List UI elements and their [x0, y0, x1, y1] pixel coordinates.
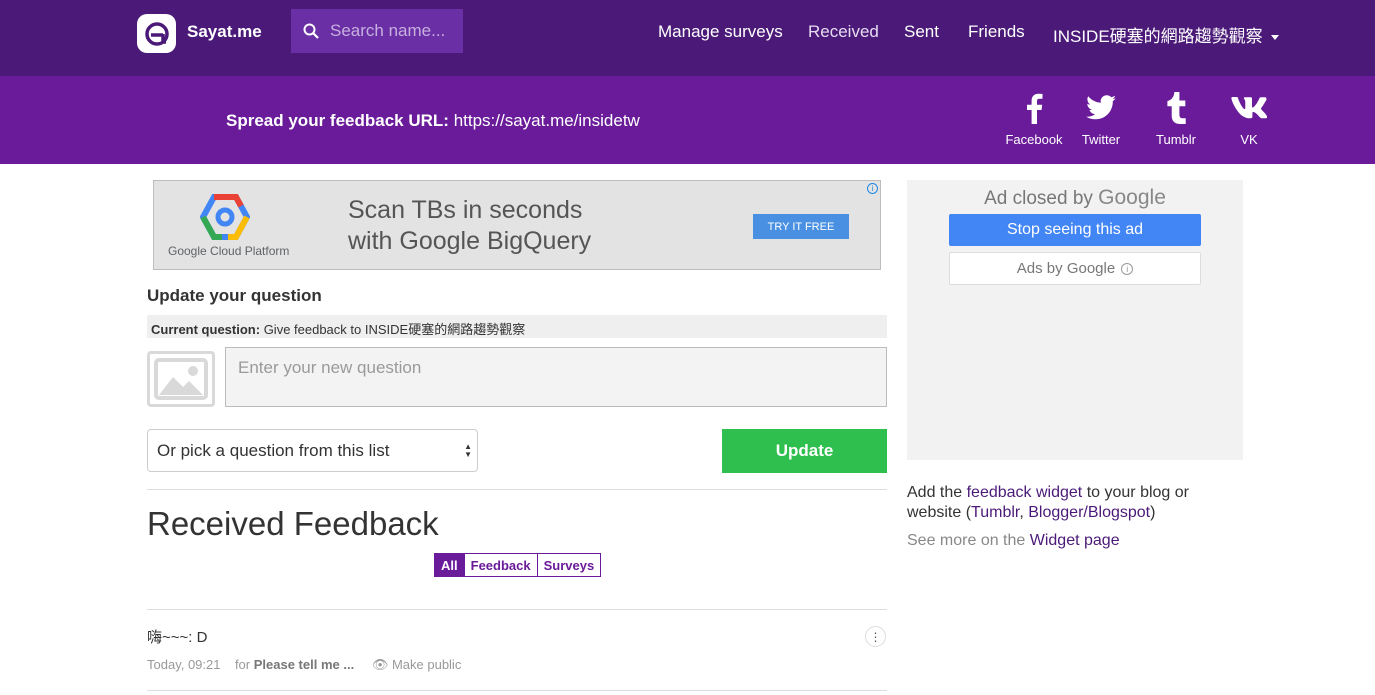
- question-list-select-label: Or pick a question from this list: [157, 441, 390, 460]
- google-wordmark: Google: [1098, 186, 1166, 209]
- ad-brand-text: Google Cloud Platform: [168, 244, 290, 258]
- make-public-label: Make public: [391, 657, 462, 672]
- make-public-link[interactable]: 👁 Make public: [372, 657, 462, 672]
- twitter-label: Twitter: [1081, 132, 1121, 147]
- spread-url-value[interactable]: https://sayat.me/insidetw: [454, 111, 640, 130]
- update-question-heading: Update your question: [147, 286, 322, 305]
- current-question-label: Current question:: [151, 322, 261, 337]
- widget-sep: ,: [1019, 503, 1024, 521]
- ad-info-icon[interactable]: i: [867, 183, 878, 194]
- ad-headline-line2: with Google BigQuery: [348, 227, 592, 255]
- vk-icon: [1214, 90, 1284, 126]
- ad-cta-button[interactable]: TRY IT FREE: [753, 214, 849, 239]
- feedback-filter-group: All Feedback Surveys: [434, 553, 602, 577]
- widget-page-link[interactable]: Widget page: [1030, 532, 1120, 549]
- feedback-item-for-label: for: [234, 657, 251, 672]
- brand-name[interactable]: Sayat.me: [187, 22, 262, 42]
- top-navbar: Sayat.me Manage surveys Received Sent Fr…: [0, 0, 1375, 76]
- eye-icon: 👁: [371, 657, 389, 672]
- blogger-link[interactable]: Blogger/Blogspot: [1028, 504, 1150, 521]
- question-list-select[interactable]: Or pick a question from this list ▲ ▼: [147, 429, 478, 472]
- search-icon: [303, 23, 319, 39]
- tumblr-label: Tumblr: [1156, 132, 1196, 147]
- nav-friends[interactable]: Friends: [968, 22, 1025, 42]
- divider: [147, 489, 887, 490]
- nav-received[interactable]: Received: [808, 22, 879, 42]
- feedback-item-for-value[interactable]: Please tell me ...: [254, 657, 354, 672]
- update-button[interactable]: Update: [722, 429, 887, 473]
- twitter-icon: [1066, 90, 1136, 126]
- tumblr-link[interactable]: Tumblr: [971, 504, 1019, 521]
- feedback-item-meta: Today, 09:21 for Please tell me ... 👁 Ma…: [147, 657, 461, 673]
- stop-seeing-ad-button[interactable]: Stop seeing this ad: [949, 214, 1201, 246]
- image-placeholder-icon[interactable]: [147, 351, 215, 407]
- filter-all[interactable]: All: [435, 554, 465, 576]
- share-facebook-button[interactable]: Facebook: [999, 90, 1069, 147]
- spread-url-text: Spread your feedback URL: https://sayat.…: [226, 111, 640, 131]
- filter-surveys[interactable]: Surveys: [538, 554, 601, 576]
- ad-closed-prefix: Ad closed by: [984, 188, 1093, 209]
- share-tumblr-button[interactable]: Tumblr: [1141, 90, 1211, 147]
- widget-prefix: Add the: [907, 484, 963, 501]
- caret-down-icon: [1270, 35, 1279, 41]
- sayat-logo-icon[interactable]: [137, 14, 176, 53]
- current-question: Current question: Give feedback to INSID…: [147, 315, 887, 338]
- widget-suffix: ): [1150, 503, 1156, 521]
- feedback-item-time: Today, 09:21: [147, 657, 221, 672]
- nav-manage-surveys[interactable]: Manage surveys: [658, 22, 783, 42]
- divider: [147, 609, 887, 610]
- ad-headline-line1: Scan TBs in seconds: [348, 196, 583, 224]
- ad-banner[interactable]: i Google Cloud Platform Scan TBs in seco…: [153, 180, 881, 270]
- new-question-input[interactable]: [225, 347, 887, 407]
- see-more-prefix: See more on the: [907, 532, 1026, 549]
- nav-sent[interactable]: Sent: [904, 22, 939, 42]
- ad-headline: Scan TBs in seconds with Google BigQuery: [348, 195, 668, 257]
- filter-feedback[interactable]: Feedback: [465, 554, 538, 576]
- share-twitter-button[interactable]: Twitter: [1066, 90, 1136, 147]
- account-name: INSIDE硬塞的網路趨勢觀察: [1053, 27, 1263, 46]
- google-cloud-logo-icon: [200, 194, 250, 240]
- share-vk-button[interactable]: VK: [1214, 90, 1284, 147]
- tumblr-icon: [1141, 90, 1211, 126]
- ads-by-google-label: Ads by Google: [1016, 260, 1116, 277]
- divider: [147, 690, 887, 691]
- ad-closed-panel: Ad closed by Google Stop seeing this ad …: [907, 180, 1243, 460]
- account-menu[interactable]: INSIDE硬塞的網路趨勢觀察: [1053, 22, 1279, 47]
- feedback-widget-link[interactable]: feedback widget: [967, 484, 1083, 501]
- select-arrows-icon: ▲ ▼: [464, 442, 472, 459]
- info-icon: i: [1121, 262, 1134, 275]
- vk-label: VK: [1240, 132, 1258, 147]
- see-more-text: See more on the Widget page: [907, 532, 1120, 550]
- search-box[interactable]: [291, 9, 463, 53]
- current-question-value: Give feedback to INSIDE硬塞的網路趨勢觀察: [263, 322, 526, 337]
- ads-by-google-button[interactable]: Ads by Google i: [949, 252, 1201, 285]
- received-feedback-heading: Received Feedback: [147, 505, 439, 542]
- spread-url-bar: Spread your feedback URL: https://sayat.…: [0, 76, 1375, 164]
- widget-promo-text: Add the feedback widget to your blog or …: [907, 483, 1227, 522]
- spread-url-label: Spread your feedback URL:: [226, 111, 449, 130]
- feedback-item-text: 嗨~~~: D: [147, 629, 208, 646]
- ad-closed-title: Ad closed by Google: [907, 186, 1243, 210]
- more-options-icon[interactable]: ⋮: [865, 626, 886, 647]
- facebook-icon: [999, 90, 1069, 126]
- facebook-label: Facebook: [1005, 132, 1063, 147]
- search-input[interactable]: [330, 21, 460, 41]
